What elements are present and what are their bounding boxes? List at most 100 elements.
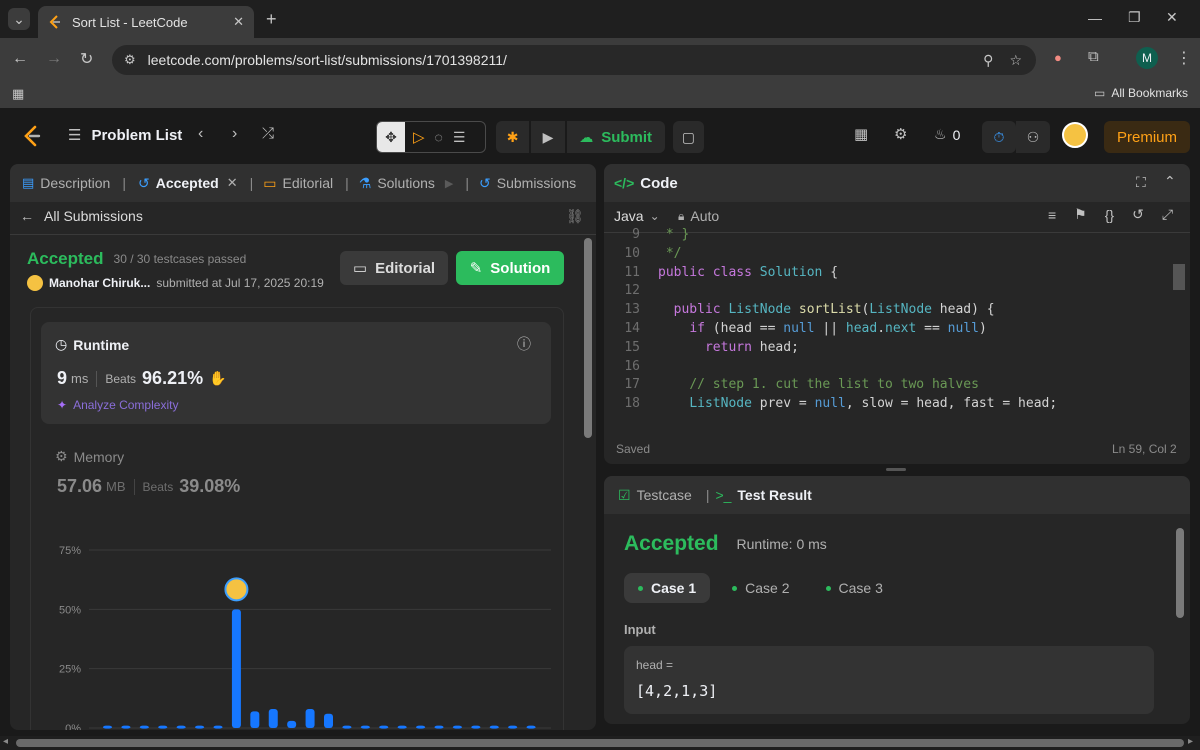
apps-grid-icon[interactable]: ▦ (12, 86, 24, 102)
distribution-bar[interactable] (508, 725, 518, 729)
site-info-icon[interactable]: ⚙ (124, 52, 136, 68)
close-window-icon[interactable]: ✕ (1166, 9, 1178, 26)
code-line[interactable]: 16 (604, 358, 1174, 377)
info-icon[interactable]: ⓘ (517, 334, 531, 354)
distribution-bar[interactable] (397, 725, 407, 729)
streak-counter[interactable]: ♨ 0 (934, 126, 960, 143)
tab-description[interactable]: ▤ Description (22, 175, 110, 191)
minimize-icon[interactable]: — (1088, 10, 1102, 26)
distribution-bar[interactable] (139, 725, 149, 729)
code-line[interactable]: 10 */ (604, 245, 1174, 264)
prev-problem-icon[interactable]: ‹ (198, 125, 203, 143)
browser-tab[interactable]: Sort List - LeetCode ✕ (38, 6, 254, 38)
code-line[interactable]: 18 ListNode prev = null, slow = head, fa… (604, 395, 1174, 412)
all-submissions-link[interactable]: ← All Submissions (20, 208, 143, 224)
run-outline-icon[interactable]: ▷ (413, 128, 425, 146)
forward-icon[interactable]: → (46, 50, 62, 68)
drag-handle-icon[interactable]: ✥ (377, 122, 405, 152)
auto-mode[interactable]: 🔒︎ Auto (678, 208, 719, 224)
distribution-bar[interactable] (268, 709, 278, 728)
tab-search-button[interactable]: ⌄ (8, 8, 30, 30)
address-bar[interactable]: ⚙ leetcode.com/problems/sort-list/submis… (112, 45, 1036, 75)
tab-accepted[interactable]: ↺ Accepted ✕ (138, 175, 238, 192)
distribution-bar[interactable] (158, 725, 168, 729)
code-line[interactable]: 14 if (head == null || head.next == null… (604, 320, 1174, 339)
analyze-complexity-link[interactable]: ✦ Analyze Complexity (57, 398, 178, 412)
your-submission-avatar[interactable] (224, 577, 249, 602)
distribution-bar[interactable] (342, 725, 352, 729)
extension-icon[interactable]: ● (1054, 50, 1062, 65)
tab-testcase[interactable]: ☑ Testcase (618, 487, 692, 504)
timer-button[interactable]: ⏱ (982, 121, 1016, 153)
code-scrollbar[interactable] (1173, 264, 1185, 290)
code-line[interactable]: 17 // step 1. cut the list to two halves (604, 376, 1174, 395)
all-bookmarks[interactable]: ▭ All Bookmarks (1094, 86, 1188, 100)
code-line[interactable]: 9 * } (604, 226, 1174, 245)
submit-button[interactable]: ☁ Submit (566, 121, 665, 153)
scroll-left-icon[interactable]: ◂ (3, 736, 8, 747)
distribution-bar[interactable] (489, 725, 499, 729)
close-tab-accepted-icon[interactable]: ✕ (227, 175, 238, 191)
distribution-bar[interactable] (305, 709, 315, 728)
fullscreen-icon[interactable]: ⛶ (1136, 174, 1146, 191)
bookmark-icon[interactable]: ⚑ (1074, 206, 1087, 223)
code-editor[interactable]: 9 * } 10 */11 public class Solution {12 13 … (604, 226, 1174, 412)
reload-icon[interactable]: ↻ (80, 49, 93, 69)
distribution-bar[interactable] (324, 713, 333, 728)
distribution-bar[interactable] (195, 725, 205, 729)
more-menu-icon[interactable]: ⋮ (1176, 48, 1192, 68)
left-panel-scrollbar[interactable] (584, 238, 592, 438)
tab-editorial[interactable]: ▭ Editorial (263, 175, 333, 192)
profile-avatar[interactable]: M (1136, 47, 1158, 69)
back-icon[interactable]: ← (12, 50, 28, 68)
code-line[interactable]: 15 return head; (604, 339, 1174, 358)
editorial-button[interactable]: ▭ Editorial (340, 251, 448, 285)
scroll-thumb[interactable] (16, 739, 1184, 747)
resize-handle[interactable] (886, 468, 906, 471)
shuffle-icon[interactable]: ⤮ (262, 125, 274, 142)
leetcode-logo-icon[interactable] (22, 125, 42, 150)
runtime-card[interactable]: ◷ Runtime ⓘ 9 ms Beats 96.21% ✋ ✦ Analyz… (41, 322, 551, 424)
code-line[interactable]: 12 (604, 282, 1174, 301)
result-scrollbar[interactable] (1176, 528, 1184, 618)
distribution-bar[interactable] (213, 725, 223, 729)
format-icon[interactable]: ≡ (1048, 207, 1056, 223)
debug-icon[interactable]: ✱ (496, 121, 530, 153)
new-tab-icon[interactable]: + (266, 9, 277, 30)
expand-icon[interactable]: ⤢ (1162, 206, 1173, 223)
distribution-bar[interactable] (416, 725, 426, 729)
tab-submissions[interactable]: ↺ Submissions (479, 175, 576, 192)
code-line[interactable]: 13 public ListNode sortList(ListNode hea… (604, 301, 1174, 320)
tab-test-result[interactable]: >_ Test Result (715, 487, 811, 503)
distribution-bar[interactable] (434, 725, 444, 729)
scroll-right-icon[interactable]: ▸ (1188, 736, 1193, 747)
solution-button[interactable]: ✎ Solution (456, 251, 564, 285)
distribution-bar[interactable] (176, 725, 186, 729)
case-tab-1[interactable]: Case 1 (624, 573, 711, 603)
distribution-bar[interactable] (379, 725, 389, 729)
run-button[interactable]: ▶ (531, 121, 565, 153)
hide-icon[interactable]: ◌ (435, 129, 443, 145)
distribution-bar[interactable] (360, 725, 370, 729)
memory-card[interactable]: ⚙ Memory 57.06 MB Beats 39.08% (41, 434, 551, 504)
add-friend-button[interactable]: ⚇ (1016, 121, 1050, 153)
distribution-bar[interactable] (250, 711, 260, 728)
collapse-icon[interactable]: ⌃ (1164, 173, 1176, 190)
link-icon[interactable]: ⛓ (566, 208, 584, 225)
distribution-bar[interactable] (526, 725, 536, 729)
distribution-bar[interactable] (231, 609, 241, 728)
author-avatar[interactable] (27, 275, 43, 291)
close-tab-icon[interactable]: ✕ (233, 14, 244, 30)
tab-solutions[interactable]: ⚗ Solutions ▶ (359, 175, 454, 192)
distribution-bar[interactable] (121, 725, 131, 729)
settings-sliders-icon[interactable]: ☰ (453, 129, 466, 146)
user-avatar[interactable] (1062, 122, 1088, 148)
braces-icon[interactable]: {} (1105, 207, 1114, 223)
distribution-bar[interactable] (103, 725, 112, 729)
page-horizontal-scrollbar[interactable]: ◂ ▸ (0, 736, 1200, 750)
restore-icon[interactable]: ❐ (1128, 9, 1141, 26)
case-tab-2[interactable]: Case 2 (718, 573, 803, 603)
next-problem-icon[interactable]: › (232, 125, 237, 143)
problem-list-link[interactable]: ☰ Problem List (68, 126, 182, 145)
distribution-bar[interactable] (471, 725, 481, 729)
